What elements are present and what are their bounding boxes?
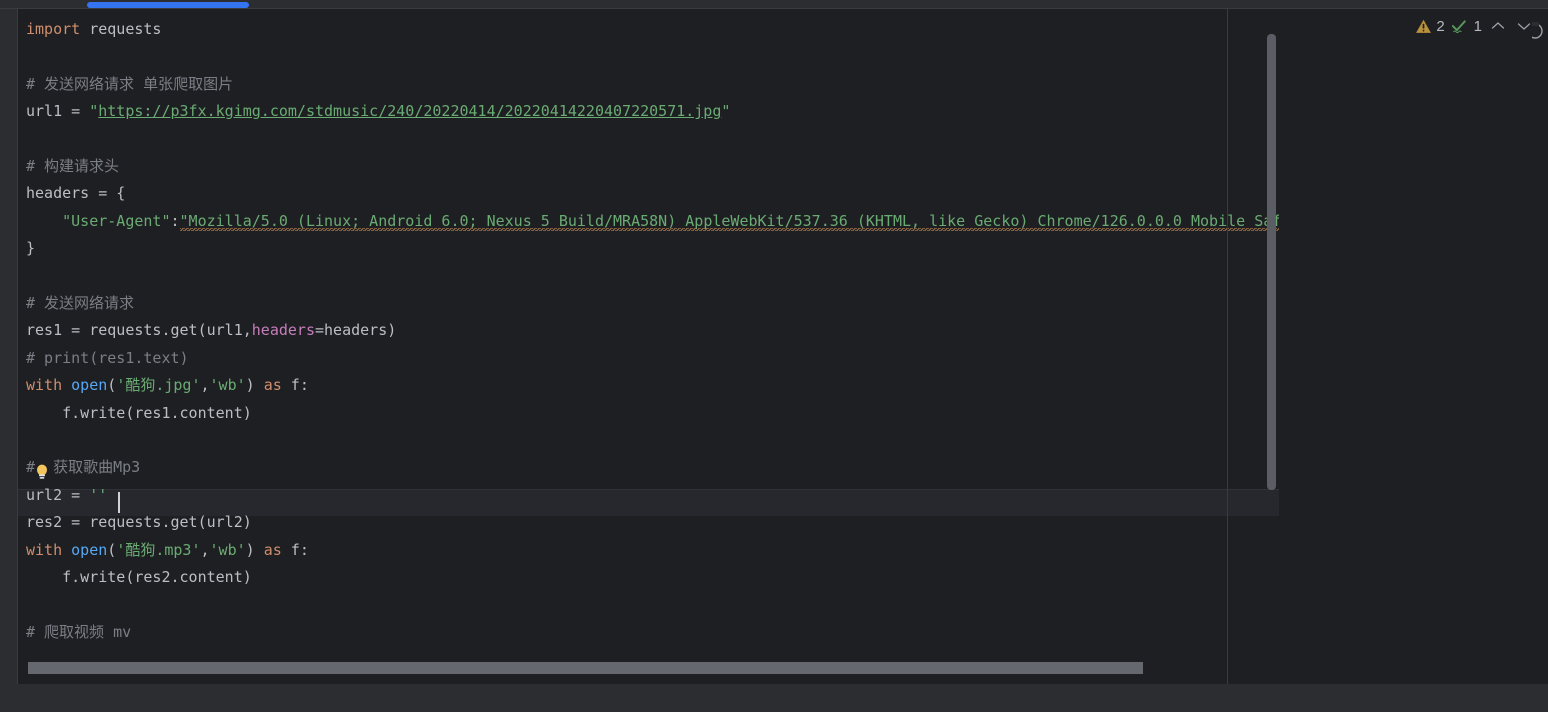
code-token: "Mozilla/5.0 (Linux; Android 6.0; Nexus … — [179, 211, 1279, 231]
code-token: as — [263, 540, 282, 559]
code-line: res2 = requests.get(url2) — [26, 509, 252, 536]
code-token: open — [71, 540, 108, 559]
code-line: headers = { — [26, 180, 125, 207]
code-token: "User-Agent" — [62, 211, 171, 230]
code-token: url2 = — [26, 485, 90, 504]
text-caret — [118, 492, 120, 513]
editor-gutter[interactable] — [0, 9, 17, 684]
code-token: # 爬取视频 mv — [26, 622, 132, 641]
check-count: 1 — [1473, 17, 1482, 35]
check-group[interactable]: 1 — [1451, 18, 1482, 35]
code-token: open — [71, 376, 108, 395]
green-double-check-icon[interactable] — [1451, 18, 1470, 35]
code-token: } — [26, 239, 36, 258]
code-line: f.write(res1.content) — [26, 400, 252, 427]
code-token: " — [721, 102, 731, 121]
code-token: # 发送网络请求 单张爬取图片 — [26, 74, 234, 93]
code-token: res1 = requests.get(url1, — [26, 321, 252, 340]
code-token: 'wb' — [209, 376, 246, 395]
code-token: ( — [107, 376, 117, 395]
code-line: with open('酷狗.jpg','wb') as f: — [26, 372, 309, 399]
code-token: res2 = requests.get(url2) — [26, 513, 252, 532]
code-line: # print(res1.text) — [26, 345, 189, 372]
code-token: # 构建请求头 — [26, 157, 120, 175]
code-token: headers = { — [26, 184, 126, 203]
code-token: 'wb' — [209, 540, 246, 559]
code-token: import — [26, 20, 81, 38]
code-token: with — [26, 540, 63, 559]
warning-count: 2 — [1436, 17, 1445, 35]
code-token: f.write(res2.content) — [26, 568, 252, 586]
code-line: import requests — [26, 16, 161, 43]
chevron-up-icon[interactable] — [1488, 16, 1508, 36]
code-token: =headers) — [315, 321, 397, 340]
code-token: with — [26, 376, 63, 395]
vertical-scrollbar-thumb[interactable] — [1267, 34, 1276, 490]
warning-triangle-icon[interactable] — [1415, 18, 1432, 35]
code-token: ( — [107, 540, 117, 559]
code-line: with open('酷狗.mp3','wb') as f: — [26, 537, 309, 564]
code-line: # 发送网络请求 单张爬取图片 — [26, 71, 233, 98]
below-editor-area — [0, 684, 1548, 712]
code-line: url2 = '' — [26, 482, 107, 509]
code-token: '' — [89, 485, 108, 504]
code-token: # 发送网络请求 — [26, 294, 135, 312]
code-token: , — [200, 540, 210, 559]
editor-tab-strip — [0, 0, 1548, 8]
code-token: url1 = — [26, 102, 90, 121]
code-line: res1 = requests.get(url1,headers=headers… — [26, 317, 396, 344]
code-token: f.write(res1.content) — [26, 403, 252, 422]
horizontal-scrollbar-thumb[interactable] — [28, 662, 1143, 674]
code-line: url1 = "https://p3fx.kgimg.com/stdmusic/… — [26, 98, 730, 125]
code-token: , — [200, 376, 210, 395]
code-token: ) — [245, 540, 264, 559]
partial-circle-icon[interactable] — [1532, 22, 1548, 40]
code-token: '酷狗.jpg' — [116, 376, 201, 395]
code-token: : — [170, 211, 180, 230]
code-token: https://p3fx.kgimg.com/stdmusic/240/2022… — [98, 102, 722, 121]
code-text-area[interactable]: import requests # 发送网络请求 单张爬取图片 url1 = "ht… — [18, 9, 1279, 684]
warning-group[interactable]: 2 — [1415, 17, 1445, 35]
code-line: # 构建请求头 — [26, 153, 119, 180]
lightbulb-icon[interactable] — [33, 463, 51, 481]
code-line: "User-Agent":"Mozilla/5.0 (Linux; Androi… — [26, 208, 1279, 235]
code-token: # print(res1.text) — [26, 348, 189, 367]
code-token: f: — [281, 376, 309, 395]
editor-pane-right-edge — [1227, 9, 1228, 684]
code-token: as — [263, 376, 282, 395]
code-token: f: — [281, 540, 309, 559]
code-editor-viewport[interactable]: import requests # 发送网络请求 单张爬取图片 url1 = "ht… — [0, 9, 1279, 684]
code-line: # 爬取视频 mv — [26, 619, 131, 646]
code-token: " — [89, 102, 99, 121]
code-token: ) — [245, 376, 264, 395]
chevron-down-icon[interactable] — [1514, 16, 1534, 36]
ide-window: import requests # 发送网络请求 单张爬取图片 url1 = "ht… — [0, 0, 1548, 712]
code-token: headers — [251, 321, 315, 340]
inspection-widget: 2 1 — [1415, 16, 1534, 36]
code-token: '酷狗.mp3' — [116, 540, 201, 559]
code-line: f.write(res2.content) — [26, 564, 252, 591]
code-token: requests — [80, 20, 162, 38]
code-line: } — [26, 235, 35, 262]
code-line: # 发送网络请求 — [26, 290, 134, 317]
